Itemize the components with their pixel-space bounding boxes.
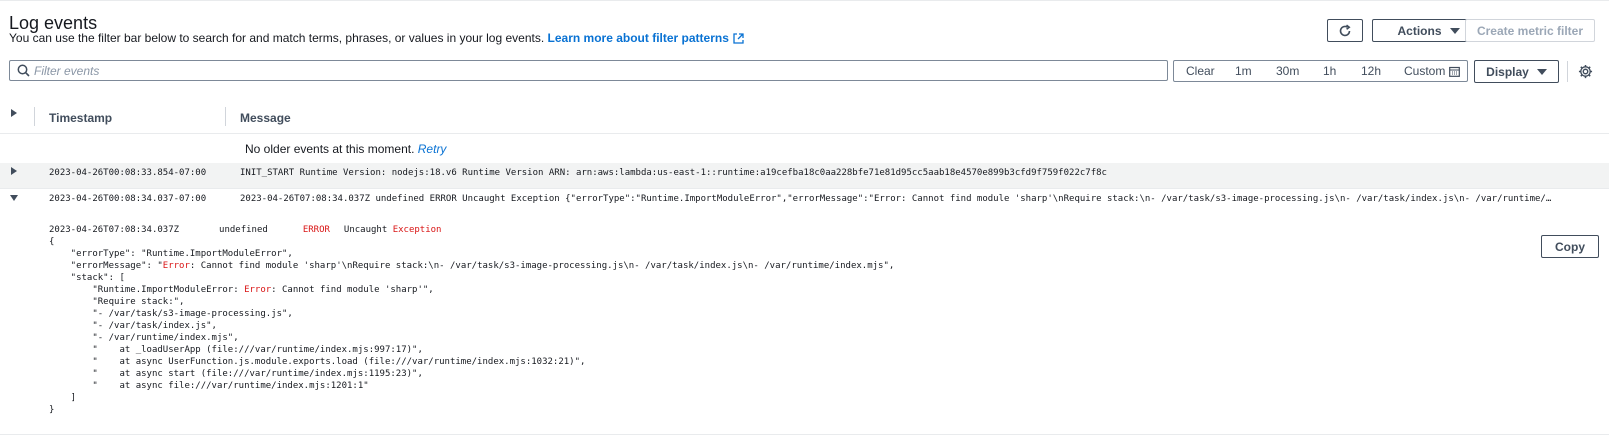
no-older-text: No older events at this moment. bbox=[245, 142, 415, 156]
filter-events-input[interactable] bbox=[34, 61, 1154, 80]
json-line: { bbox=[49, 237, 55, 247]
copy-button[interactable]: Copy bbox=[1541, 235, 1599, 258]
refresh-button[interactable] bbox=[1327, 19, 1363, 42]
json-line: "errorType": "Runtime.ImportModuleError"… bbox=[49, 249, 293, 259]
expand-row-icon[interactable] bbox=[11, 167, 17, 175]
display-button[interactable]: Display bbox=[1474, 60, 1559, 83]
top-divider bbox=[0, 0, 1609, 1]
row-divider bbox=[0, 188, 1609, 189]
detail-exception: Exception bbox=[392, 225, 442, 235]
detail-level: ERROR bbox=[302, 225, 330, 235]
copy-label: Copy bbox=[1555, 239, 1585, 254]
learn-more-link[interactable]: Learn more about filter patterns bbox=[548, 31, 744, 45]
detail-uncaught: Uncaught bbox=[343, 225, 388, 235]
range-12h[interactable]: 12h bbox=[1361, 64, 1381, 78]
subtitle-text: You can use the filter bar below to sear… bbox=[9, 31, 545, 45]
row-message: INIT_START Runtime Version: nodejs:18.v6… bbox=[240, 168, 1107, 178]
toolbar-divider bbox=[1567, 61, 1568, 82]
gear-icon[interactable] bbox=[1578, 64, 1593, 79]
json-text: : Cannot find module 'sharp'", bbox=[271, 285, 434, 295]
json-line: "- /var/task/s3-image-processing.js", bbox=[49, 309, 293, 319]
expand-all-icon[interactable] bbox=[11, 109, 17, 117]
json-line: " at async start (file:///var/runtime/in… bbox=[49, 369, 423, 379]
json-error-word: Error bbox=[244, 285, 272, 295]
column-divider bbox=[225, 107, 226, 126]
create-metric-filter-button[interactable]: Create metric filter bbox=[1465, 19, 1595, 42]
json-line: "- /var/runtime/index.mjs", bbox=[49, 333, 239, 343]
collapse-row-icon[interactable] bbox=[10, 195, 18, 201]
column-timestamp[interactable]: Timestamp bbox=[49, 111, 112, 125]
json-line: " at async UserFunction.js.module.export… bbox=[49, 357, 586, 367]
json-line: ] bbox=[49, 393, 77, 403]
detail-header-line: 2023-04-26T07:08:34.037Z undefined ERROR Un… bbox=[49, 224, 441, 236]
column-divider bbox=[34, 107, 35, 126]
column-message[interactable]: Message bbox=[240, 111, 291, 125]
row-timestamp: 2023-04-26T00:08:33.854-07:00 bbox=[49, 168, 207, 178]
json-line: "stack": [ bbox=[49, 273, 125, 283]
page-subtitle: You can use the filter bar below to sear… bbox=[9, 31, 744, 45]
create-metric-filter-label: Create metric filter bbox=[1476, 23, 1584, 38]
json-line: "Runtime.ImportModuleError: Error: Canno… bbox=[49, 284, 434, 296]
json-line: } bbox=[49, 405, 55, 415]
range-30m[interactable]: 30m bbox=[1276, 64, 1299, 78]
json-line: " at async file:///var/runtime/index.mjs… bbox=[49, 381, 369, 391]
json-error-word: Error bbox=[162, 261, 190, 271]
json-line: " at _loadUserApp (file:///var/runtime/i… bbox=[49, 345, 423, 355]
bottom-divider bbox=[0, 434, 1609, 435]
json-line: "- /var/task/index.js", bbox=[49, 321, 217, 331]
range-1h[interactable]: 1h bbox=[1323, 64, 1336, 78]
refresh-icon bbox=[1339, 24, 1351, 36]
search-icon bbox=[17, 64, 30, 77]
filter-bar bbox=[9, 60, 1168, 81]
external-link-icon bbox=[733, 33, 744, 44]
learn-more-label: Learn more about filter patterns bbox=[547, 31, 729, 45]
range-clear[interactable]: Clear bbox=[1186, 64, 1215, 78]
json-line: "errorMessage": "Error: Cannot find modu… bbox=[49, 260, 895, 272]
caret-down-icon bbox=[1536, 68, 1547, 75]
retry-link[interactable]: Retry bbox=[418, 142, 447, 156]
calendar-icon[interactable] bbox=[1449, 66, 1460, 77]
row-timestamp: 2023-04-26T00:08:34.037-07:00 bbox=[49, 194, 207, 204]
caret-down-icon bbox=[1449, 27, 1460, 34]
no-older-events: No older events at this moment. Retry bbox=[245, 142, 446, 156]
json-text: "errorMessage": " bbox=[49, 261, 163, 271]
actions-label: Actions bbox=[1397, 23, 1442, 38]
time-range-selector: Clear 1m 30m 1h 12h Custom bbox=[1173, 60, 1468, 82]
json-line: "Require stack:", bbox=[49, 297, 185, 307]
display-label: Display bbox=[1486, 64, 1529, 79]
detail-request-id: undefined bbox=[219, 225, 268, 235]
json-text: : Cannot find module 'sharp'\nRequire st… bbox=[189, 261, 895, 271]
detail-timestamp: 2023-04-26T07:08:34.037Z bbox=[49, 225, 180, 235]
range-custom[interactable]: Custom bbox=[1404, 64, 1445, 78]
row-message: 2023-04-26T07:08:34.037Z undefined ERROR… bbox=[240, 194, 1555, 204]
range-1m[interactable]: 1m bbox=[1235, 64, 1252, 78]
json-text: "Runtime.ImportModuleError: bbox=[49, 285, 245, 295]
